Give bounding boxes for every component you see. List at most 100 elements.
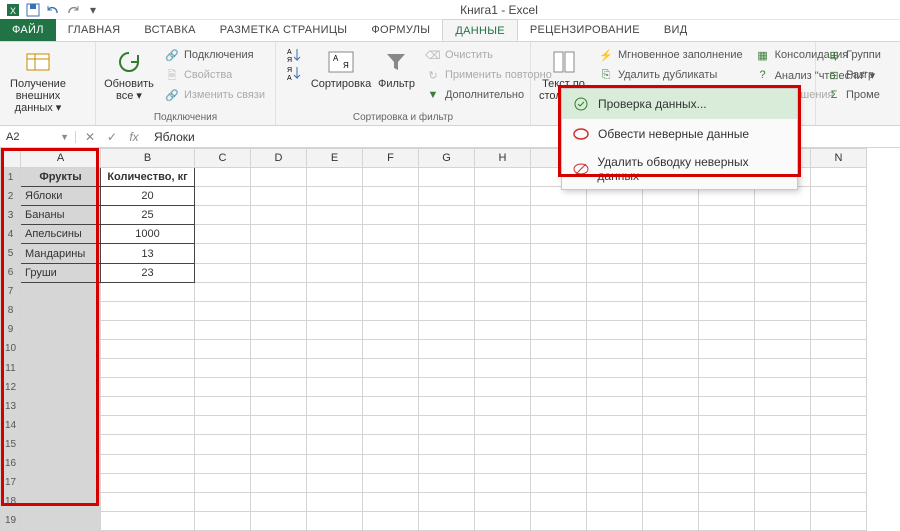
column-header[interactable]: G <box>419 149 475 168</box>
cell[interactable] <box>21 301 101 320</box>
cell[interactable] <box>21 492 101 511</box>
cell[interactable] <box>195 168 251 187</box>
cell[interactable] <box>363 301 419 320</box>
cell[interactable] <box>755 320 811 339</box>
cell[interactable] <box>531 492 587 511</box>
cell[interactable] <box>419 206 475 225</box>
cell[interactable] <box>643 454 699 473</box>
row-header[interactable]: 11 <box>1 359 21 378</box>
cell[interactable] <box>307 168 363 187</box>
cell[interactable] <box>699 435 755 454</box>
cell[interactable] <box>811 301 867 320</box>
cell[interactable] <box>531 206 587 225</box>
cell[interactable] <box>755 301 811 320</box>
filter-button[interactable]: Фильтр <box>376 46 417 92</box>
refresh-all-button[interactable]: Обновить все ▾ <box>102 46 156 104</box>
cell[interactable] <box>101 492 195 511</box>
cell[interactable] <box>419 225 475 244</box>
column-header[interactable]: E <box>307 149 363 168</box>
cell[interactable] <box>699 454 755 473</box>
row-header[interactable]: 15 <box>1 435 21 454</box>
cell[interactable] <box>363 263 419 282</box>
cell[interactable] <box>587 225 643 244</box>
cell[interactable] <box>251 473 307 492</box>
cell[interactable] <box>755 263 811 282</box>
cell[interactable] <box>307 187 363 206</box>
cell[interactable]: 1000 <box>101 225 195 244</box>
cell[interactable] <box>251 492 307 511</box>
cell[interactable] <box>251 511 307 530</box>
cell[interactable] <box>531 301 587 320</box>
undo-icon[interactable] <box>44 1 62 19</box>
remove-duplicates-button[interactable]: ⎘Удалить дубликаты <box>594 66 747 84</box>
cell[interactable] <box>811 359 867 378</box>
cell[interactable] <box>101 301 195 320</box>
cell[interactable] <box>307 320 363 339</box>
cell[interactable] <box>811 339 867 358</box>
cell[interactable] <box>101 511 195 530</box>
row-header[interactable]: 18 <box>1 492 21 511</box>
cell[interactable] <box>195 301 251 320</box>
cell[interactable] <box>195 320 251 339</box>
cell[interactable] <box>755 454 811 473</box>
cell[interactable] <box>643 263 699 282</box>
cell[interactable] <box>643 244 699 263</box>
enter-formula-icon[interactable]: ✓ <box>104 130 120 144</box>
cell[interactable] <box>307 397 363 416</box>
cell[interactable] <box>811 320 867 339</box>
cell[interactable] <box>755 473 811 492</box>
cell[interactable] <box>195 263 251 282</box>
cell[interactable] <box>755 225 811 244</box>
cell[interactable] <box>755 282 811 301</box>
cell[interactable] <box>101 282 195 301</box>
cell[interactable] <box>699 492 755 511</box>
cell[interactable] <box>419 511 475 530</box>
cell[interactable]: 13 <box>101 244 195 263</box>
sort-button[interactable]: AЯ Сортировка <box>310 46 372 92</box>
cell[interactable] <box>307 378 363 397</box>
cell[interactable] <box>475 168 531 187</box>
cell[interactable] <box>643 206 699 225</box>
cell[interactable] <box>587 416 643 435</box>
cell[interactable]: Мандарины <box>21 244 101 263</box>
cell[interactable] <box>475 206 531 225</box>
cell[interactable] <box>363 511 419 530</box>
cell[interactable] <box>251 397 307 416</box>
cell[interactable] <box>475 473 531 492</box>
row-header[interactable]: 6 <box>1 263 21 282</box>
row-header[interactable]: 5 <box>1 244 21 263</box>
cell[interactable] <box>307 359 363 378</box>
cell[interactable]: Бананы <box>21 206 101 225</box>
cell[interactable] <box>643 492 699 511</box>
cell[interactable] <box>363 435 419 454</box>
cell[interactable] <box>755 206 811 225</box>
cell[interactable] <box>307 301 363 320</box>
cell[interactable] <box>419 168 475 187</box>
column-header[interactable]: H <box>475 149 531 168</box>
cell[interactable] <box>475 301 531 320</box>
cell[interactable] <box>755 397 811 416</box>
cell[interactable] <box>21 454 101 473</box>
cell[interactable]: Фрукты <box>21 168 101 187</box>
cell[interactable] <box>363 397 419 416</box>
cell[interactable] <box>251 359 307 378</box>
group-rows-button[interactable]: ⊞Группи <box>822 46 885 64</box>
row-header[interactable]: 17 <box>1 473 21 492</box>
cell[interactable] <box>811 244 867 263</box>
cell[interactable] <box>755 359 811 378</box>
name-box[interactable]: A2▼ <box>0 131 76 143</box>
column-header[interactable]: D <box>251 149 307 168</box>
cell[interactable] <box>101 397 195 416</box>
cell[interactable] <box>531 435 587 454</box>
cell[interactable] <box>101 339 195 358</box>
subtotal-button[interactable]: ΣПроме <box>822 86 885 104</box>
cell[interactable] <box>251 339 307 358</box>
select-all-corner[interactable] <box>1 149 21 168</box>
row-header[interactable]: 7 <box>1 282 21 301</box>
cell[interactable] <box>699 416 755 435</box>
cell[interactable] <box>587 206 643 225</box>
cell[interactable] <box>101 435 195 454</box>
cell[interactable] <box>195 187 251 206</box>
cell[interactable] <box>811 168 867 187</box>
cell[interactable] <box>307 511 363 530</box>
